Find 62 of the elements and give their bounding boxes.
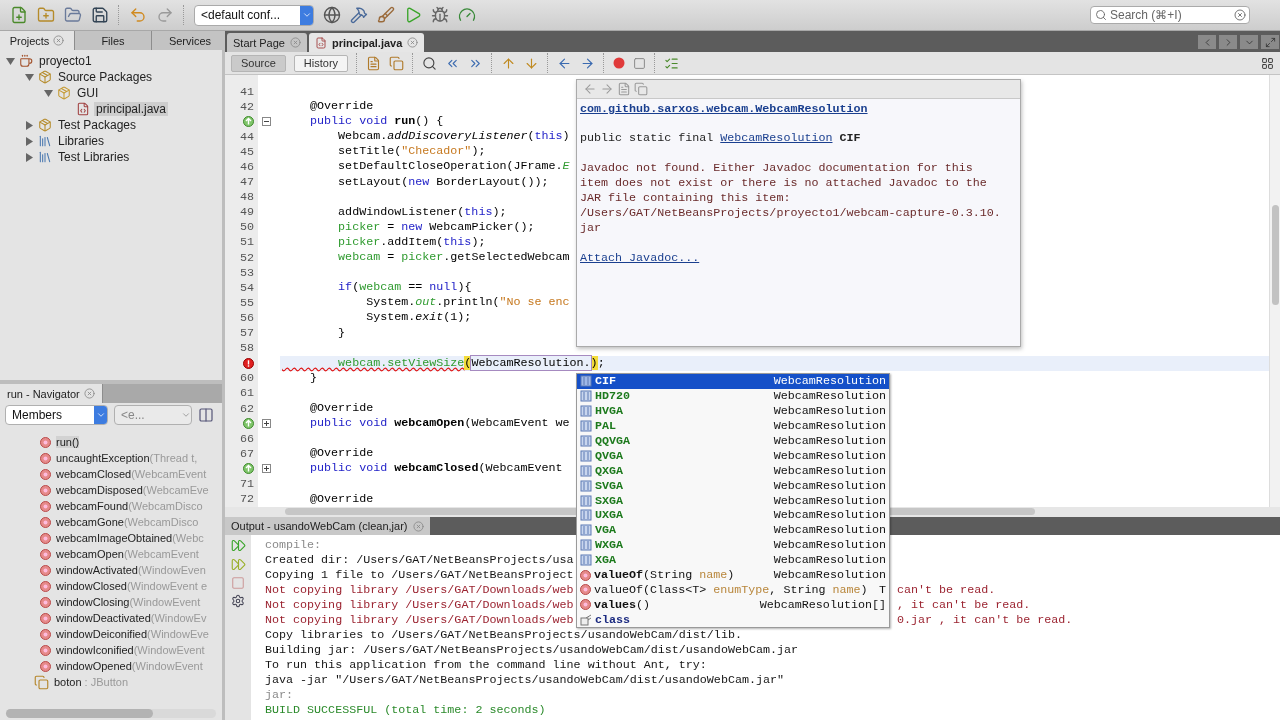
output-line: BUILD SUCCESSFUL (total time: 2 seconds) (265, 703, 546, 718)
code-line: @Override (309, 400, 374, 415)
code-line: System.exit(1); (365, 310, 472, 325)
line-number: 53 (239, 265, 254, 280)
signature-text: CIF (839, 131, 861, 146)
output-line: Not copying library /Users/GAT/Downloads/web (265, 583, 575, 598)
code-line: setLayout(new BorderLayout()); (337, 174, 549, 189)
line-number: 48 (239, 190, 254, 205)
code-line: picker.addItem(this); (337, 234, 486, 249)
line-number: 60 (239, 371, 254, 386)
output-line: , it can't be read. (897, 598, 1031, 613)
code-line: public void webcamClosed(WebcamEvent (309, 461, 563, 476)
line-number: 71 (239, 477, 254, 491)
line-number: 49 (239, 205, 254, 220)
line-number: 47 (239, 175, 254, 190)
output-line: Building jar: /Users/GAT/NetBeansProjects/usandoWebCam/dist/usandoWebCam.jar (265, 643, 799, 658)
code-line: picker = new WebcamPicker(); (337, 219, 535, 234)
output-line: 0.jar , it can't be read. (897, 613, 1073, 628)
output-line: compile: (265, 538, 322, 553)
output-line: Not copying library /Users/GAT/Downloads/web (265, 613, 575, 628)
output-line: Copy libraries to /Users/GAT/NetBeansProjects/usandoWebCam/dist/lib. (265, 628, 742, 643)
line-number: 41 (239, 84, 254, 99)
line-number: 67 (239, 446, 254, 461)
line-number: 45 (239, 144, 254, 159)
line-number: 72 (239, 492, 254, 507)
output-line: can't be read. (897, 583, 996, 598)
line-number: 62 (239, 401, 254, 416)
code-line: @Override (309, 99, 374, 114)
line-number: 51 (239, 235, 254, 250)
signature-text: public static final (580, 131, 714, 146)
line-number: 57 (239, 326, 254, 341)
output-line: Not copying library /Users/GAT/Downloads/web (265, 598, 575, 613)
code-line: @Override (309, 491, 374, 506)
code-line: setDefaultCloseOperation(JFrame.E (337, 159, 570, 174)
line-number: 46 (239, 160, 254, 174)
line-number: 50 (239, 220, 254, 235)
code-line: setTitle("Checador"); (337, 144, 486, 159)
output-line: Copying 1 file to /Users/GAT/NetBeansProject (265, 568, 574, 583)
code-line: addWindowListener(this); (337, 204, 507, 219)
code-line: if(webcam == null){ (337, 280, 472, 295)
output-line: java -jar "/Users/GAT/NetBeansProjects/usandoWebCam/dist/usandoWebCam.jar" (265, 673, 784, 688)
output-line: Created dir: /Users/GAT/NetBeansProjects/usa (265, 553, 574, 568)
line-number: 58 (239, 341, 254, 356)
line-number: 55 (239, 295, 254, 310)
code-line: } (309, 370, 318, 385)
line-number: 52 (239, 250, 254, 265)
line-number: 66 (239, 431, 254, 446)
output-line: jar: (265, 688, 294, 703)
code-line: System.out.println("No se enc (365, 295, 570, 310)
code-line: webcam = picker.getSelectedWebcam (337, 250, 570, 265)
line-number: 56 (239, 310, 254, 325)
line-number: 42 (239, 99, 254, 114)
code-line: public void webcamOpen(WebcamEvent we (309, 416, 570, 431)
code-line: Webcam.addDiscoveryListener(this) (337, 129, 570, 144)
output-line: To run this application from the command line without Ant, try: (265, 658, 707, 673)
line-number: 44 (239, 129, 254, 144)
code-line: public void run() { (309, 114, 444, 129)
javadoc-message: Javadoc not found. Either Javadoc documentation for this item does not exist or there is no attached Javadoc to the JAR file containing this item: /Users/GAT/NetBeansProjects/proyecto1/webcam-capture-0.3.10. jar (580, 161, 1002, 236)
line-number: 54 (239, 280, 254, 295)
code-line: @Override (309, 446, 374, 461)
code-line: } (337, 325, 346, 340)
line-number: 61 (239, 386, 254, 401)
